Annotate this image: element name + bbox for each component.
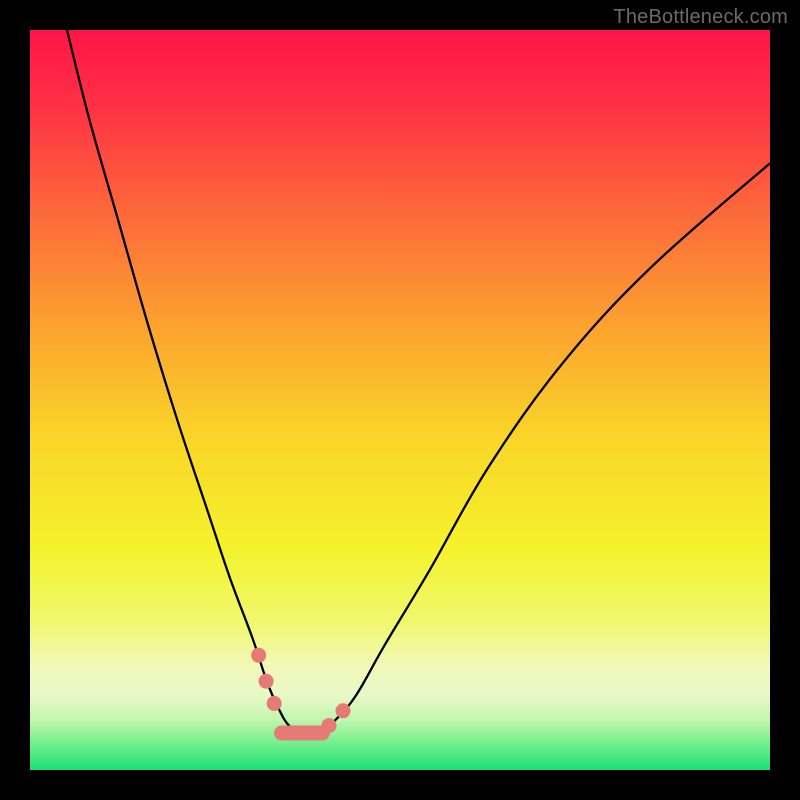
curve-marker — [259, 674, 274, 689]
curve-marker — [336, 703, 351, 718]
chart-frame: TheBottleneck.com — [0, 0, 800, 800]
chart-plot-area — [30, 30, 770, 770]
curve-marker — [321, 718, 336, 733]
chart-svg — [30, 30, 770, 770]
watermark-text: TheBottleneck.com — [613, 6, 788, 29]
curve-marker — [251, 648, 266, 663]
curve-marker — [267, 696, 282, 711]
bottleneck-curve — [67, 30, 770, 734]
